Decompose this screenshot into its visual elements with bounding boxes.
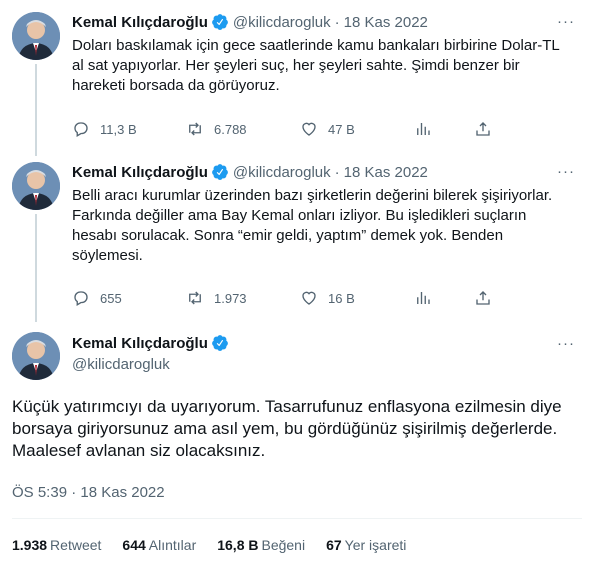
analytics-button[interactable] [414,289,474,307]
more-icon[interactable]: ··· [556,162,576,182]
reply-button[interactable]: 655 [72,289,186,307]
tweet-actions: 11,3 B 6.788 47 B [72,119,492,139]
share-button[interactable] [474,120,492,138]
retweets-label: Retweet [50,537,102,553]
share-icon [476,291,490,305]
retweet-button[interactable]: 6.788 [186,120,300,138]
share-icon [476,122,490,136]
retweet-count: 6.788 [214,121,247,137]
tweet-date[interactable]: 18 Kas 2022 [344,14,428,31]
likes-count: 16,8 B [217,537,259,553]
tweet-header: Kemal Kılıçdaroğlu @kilicdarogluk · 18 K… [72,12,428,32]
tweet-header: Kemal Kılıçdaroğlu @kilicdarogluk · 18 K… [72,162,428,182]
likes-label: Beğeni [261,537,306,553]
avatar[interactable] [12,162,60,210]
tweet-actions: 655 1.973 16 B [72,288,492,308]
tweet-text: Doları baskılamak için gece saatlerinde … [72,37,560,94]
retweet-button[interactable]: 1.973 [186,289,300,307]
verified-badge-icon [211,163,229,181]
like-icon [302,291,316,305]
reply-icon [74,122,88,137]
tweet-2[interactable]: Kemal Kılıçdaroğlu @kilicdarogluk · 18 K… [0,162,592,312]
like-button[interactable]: 47 B [300,120,414,138]
analytics-button[interactable] [414,120,474,138]
author-name[interactable]: Kemal Kılıçdaroğlu [72,164,208,181]
author-handle[interactable]: @kilicdarogluk [72,356,170,373]
reply-count: 655 [100,290,122,306]
quotes-count: 644 [122,537,146,553]
more-icon[interactable]: ··· [556,12,576,32]
tweet-1[interactable]: Kemal Kılıçdaroğlu @kilicdarogluk · 18 K… [0,12,592,142]
separator-dot: · [334,163,340,181]
avatar[interactable] [12,12,60,60]
reply-count: 11,3 B [100,121,137,137]
share-button[interactable] [474,289,492,307]
retweets-stat[interactable]: 1.938 Retweet [12,537,101,553]
bookmarks-stat[interactable]: 67 Yer işareti [326,537,406,553]
quotes-label: Alıntılar [148,537,197,553]
tweet-text: Küçük yatırımcıyı da uyarıyorum. Tasarru… [12,397,562,460]
author-handle[interactable]: @kilicdarogluk [233,14,331,31]
bookmarks-count: 67 [326,537,342,553]
author-block: Kemal Kılıçdaroğlu [72,334,233,352]
analytics-icon [417,123,430,135]
like-button[interactable]: 16 B [300,289,414,307]
separator-dot: · [334,13,340,31]
like-count: 16 B [328,290,355,306]
avatar[interactable] [12,332,60,380]
reply-button[interactable]: 11,3 B [72,120,186,138]
author-name[interactable]: Kemal Kılıçdaroğlu [72,335,208,352]
retweet-count: 1.973 [214,290,247,306]
like-icon [302,122,316,136]
likes-stat[interactable]: 16,8 B Beğeni [217,537,305,553]
engagement-stats: 1.938 Retweet 644 Alıntılar 16,8 B Beğeni 6… [12,537,427,553]
retweet-icon [189,291,201,305]
like-count: 47 B [328,121,355,137]
tweet-text: Belli aracı kurumlar üzerinden bazı şirk… [72,187,553,264]
divider [12,518,582,519]
retweet-icon [189,122,201,136]
tweet-timestamp[interactable]: ÖS 5:39 · 18 Kas 2022 [12,484,165,501]
retweets-count: 1.938 [12,537,48,553]
reply-icon [74,291,88,306]
author-handle[interactable]: @kilicdarogluk [233,164,331,181]
bookmarks-label: Yer işareti [344,537,407,553]
verified-badge-icon [211,334,229,352]
analytics-icon [417,292,430,304]
more-icon[interactable]: ··· [556,334,576,354]
tweet-date[interactable]: 18 Kas 2022 [344,164,428,181]
quotes-stat[interactable]: 644 Alıntılar [122,537,196,553]
author-name[interactable]: Kemal Kılıçdaroğlu [72,14,208,31]
verified-badge-icon [211,13,229,31]
main-tweet: Kemal Kılıçdaroğlu @kilicdarogluk ··· Kü… [0,332,592,571]
